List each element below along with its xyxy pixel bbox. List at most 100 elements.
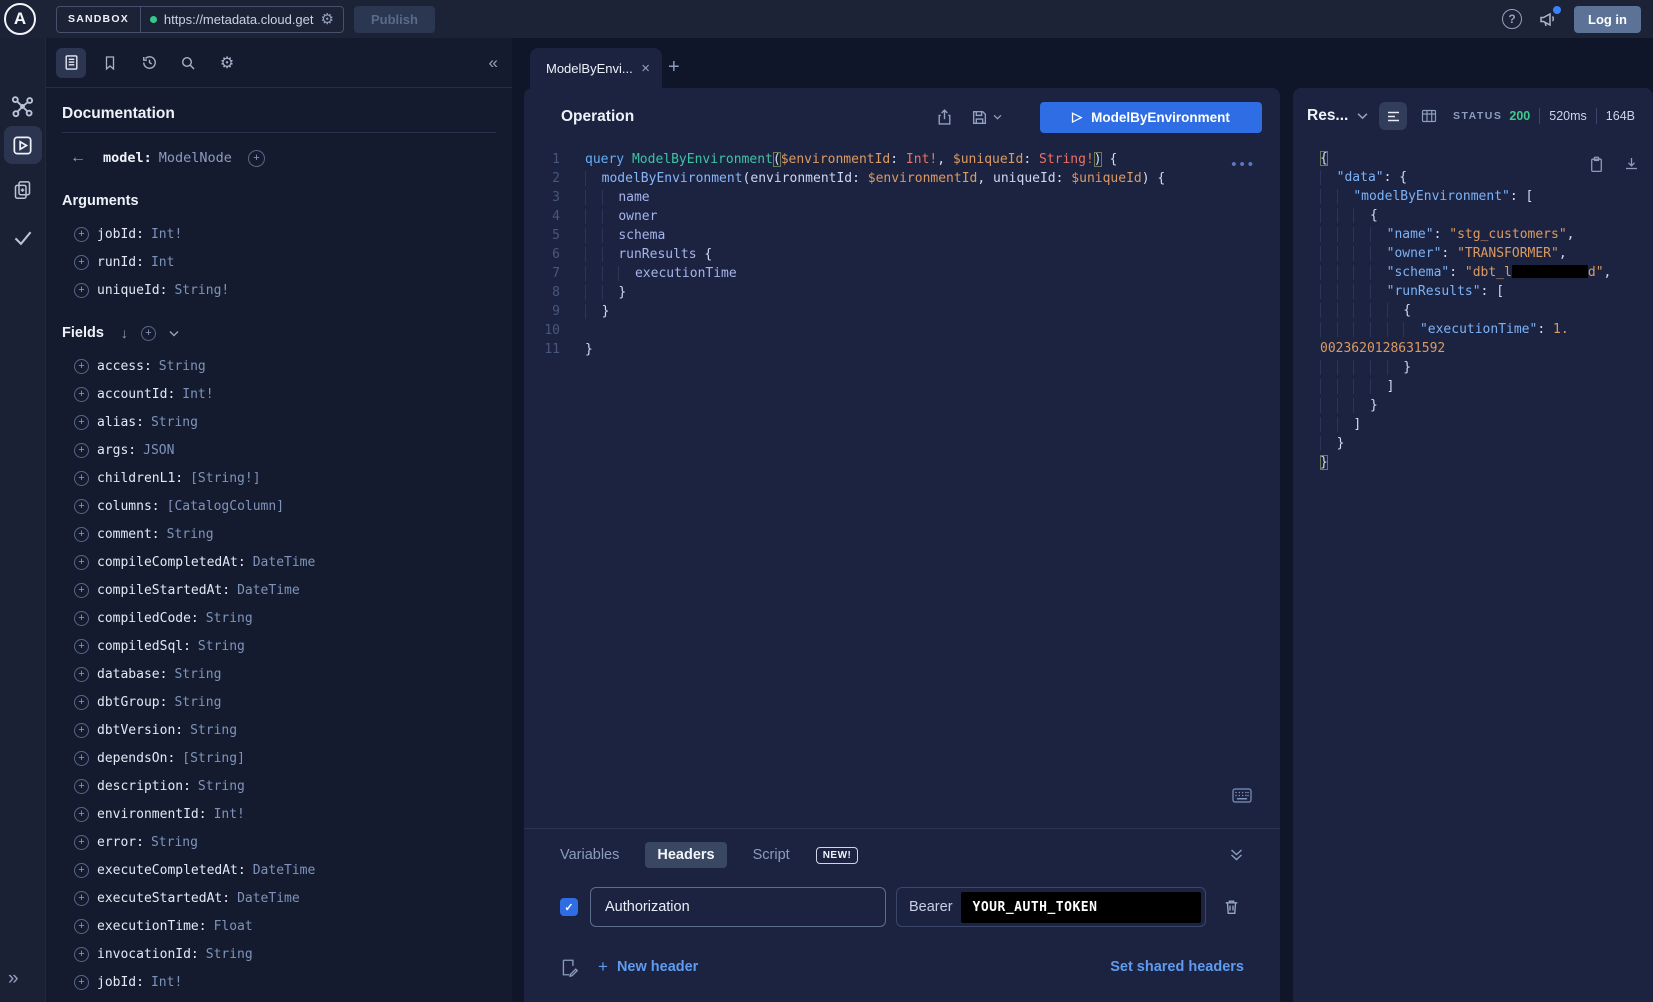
collapse-panel-double-chevron-icon[interactable] (1229, 848, 1244, 862)
field-type[interactable]: String (198, 639, 245, 654)
add-field-to-query-icon[interactable]: + (74, 415, 89, 430)
field-row[interactable]: +error:String (46, 828, 512, 856)
field-type[interactable]: Float (214, 919, 253, 934)
add-field-to-query-icon[interactable]: + (74, 863, 89, 878)
field-name[interactable]: alias: (97, 415, 144, 430)
expand-rail-chevrons[interactable]: » (8, 968, 19, 990)
endpoint-url-box[interactable]: https://metadata.cloud.get ⚙ (141, 12, 343, 27)
field-row[interactable]: + dbtVersion: String (46, 716, 512, 744)
add-field-to-query-icon[interactable]: + (74, 779, 89, 794)
documentation-tab-button[interactable] (56, 48, 86, 78)
field-name[interactable]: executeStartedAt: (97, 891, 230, 906)
add-field-to-query-icon[interactable]: + (74, 387, 89, 402)
field-name[interactable]: error: (97, 835, 144, 850)
argument-row[interactable]: +runId:Int (46, 248, 512, 276)
endpoint-url[interactable]: https://metadata.cloud.get (164, 12, 314, 27)
add-field-to-query-icon[interactable]: + (248, 150, 265, 167)
field-name[interactable]: dbtGroup: (97, 695, 167, 710)
field-type[interactable]: DateTime (237, 891, 300, 906)
field-row[interactable]: +dependsOn:[String] (46, 744, 512, 772)
add-argument-to-query-icon[interactable]: + (74, 227, 89, 242)
field-type[interactable]: String (198, 779, 245, 794)
field-name[interactable]: jobId: (97, 975, 144, 990)
field-row[interactable]: +invocationId:String (46, 940, 512, 968)
editor-more-options-icon[interactable]: ••• (1231, 156, 1256, 173)
add-field-to-query-icon[interactable]: + (74, 555, 89, 570)
auth-token-value[interactable]: YOUR_AUTH_TOKEN (961, 892, 1201, 923)
field-type[interactable]: String (159, 359, 206, 374)
add-field-to-query-icon[interactable]: + (74, 499, 89, 514)
add-field-to-query-icon[interactable]: + (74, 695, 89, 710)
add-field-to-query-icon[interactable]: + (74, 471, 89, 486)
field-row[interactable]: + childrenL1: [String!] (46, 464, 512, 492)
add-field-to-query-icon[interactable]: + (74, 919, 89, 934)
set-shared-headers-link[interactable]: Set shared headers (1110, 959, 1244, 975)
collapse-docs-panel-icon[interactable]: « (489, 53, 498, 73)
add-all-fields-icon[interactable]: + (141, 326, 156, 341)
field-row[interactable]: +compiledCode:String (46, 604, 512, 632)
sort-fields-icon[interactable]: ↓ (121, 325, 128, 341)
operation-editor[interactable]: 1query ModelByEnvironment($environmentId… (524, 146, 1280, 359)
field-type[interactable]: String (190, 723, 237, 738)
sidebar-item-checks[interactable] (0, 226, 45, 248)
field-name[interactable]: compileStartedAt: (97, 583, 230, 598)
raw-view-toggle[interactable] (1379, 102, 1407, 130)
field-name[interactable]: columns: (97, 499, 160, 514)
field-row[interactable]: + access: String (46, 352, 512, 380)
field-type[interactable]: DateTime (253, 863, 316, 878)
add-field-to-query-icon[interactable]: + (74, 443, 89, 458)
table-view-toggle[interactable] (1415, 102, 1443, 130)
add-argument-to-query-icon[interactable]: + (74, 283, 89, 298)
chevron-down-icon[interactable] (169, 330, 179, 337)
field-type[interactable]: [String!] (190, 471, 260, 486)
field-name[interactable]: compileCompletedAt: (97, 555, 246, 570)
close-tab-icon[interactable]: × (641, 60, 650, 77)
argument-type[interactable]: String! (174, 283, 229, 298)
field-row[interactable]: + compileCompletedAt: DateTime (46, 548, 512, 576)
add-field-to-query-icon[interactable]: + (74, 723, 89, 738)
add-field-to-query-icon[interactable]: + (74, 807, 89, 822)
field-type[interactable]: Int! (214, 807, 245, 822)
field-row[interactable]: + executeCompletedAt: DateTime (46, 856, 512, 884)
field-row[interactable]: +compileStartedAt:DateTime (46, 576, 512, 604)
share-icon[interactable] (936, 108, 953, 126)
field-name[interactable]: compiledCode: (97, 611, 199, 626)
field-type[interactable]: String (174, 695, 221, 710)
argument-name[interactable]: jobId: (97, 227, 144, 242)
argument-type[interactable]: Int! (151, 227, 182, 242)
search-button[interactable] (173, 48, 203, 78)
field-name[interactable]: database: (97, 667, 167, 682)
tab-variables[interactable]: Variables (560, 847, 619, 863)
explorer-settings-button[interactable]: ⚙ (212, 48, 242, 78)
argument-name[interactable]: runId: (97, 255, 144, 270)
login-button[interactable]: Log in (1574, 6, 1641, 33)
field-name[interactable]: dependsOn: (97, 751, 175, 766)
field-type[interactable]: String (151, 835, 198, 850)
field-row[interactable]: +columns:[CatalogColumn] (46, 492, 512, 520)
field-name[interactable]: description: (97, 779, 191, 794)
field-row[interactable]: +jobId:Int! (46, 968, 512, 996)
argument-name[interactable]: uniqueId: (97, 283, 167, 298)
new-tab-button[interactable]: + (668, 56, 680, 79)
preview-headers-icon[interactable] (560, 958, 578, 977)
add-field-to-query-icon[interactable]: + (74, 359, 89, 374)
field-row[interactable]: +executeStartedAt:DateTime (46, 884, 512, 912)
keyboard-shortcuts-icon[interactable] (1232, 788, 1252, 803)
field-type[interactable]: DateTime (253, 555, 316, 570)
new-header-button[interactable]: + New header (598, 957, 698, 977)
field-type[interactable]: String (206, 611, 253, 626)
field-name[interactable]: access: (97, 359, 152, 374)
field-name[interactable]: args: (97, 443, 136, 458)
field-type[interactable]: [String] (182, 751, 245, 766)
field-type[interactable]: String (151, 415, 198, 430)
field-name[interactable]: dbtVersion: (97, 723, 183, 738)
add-field-to-query-icon[interactable]: + (74, 527, 89, 542)
field-name[interactable]: childrenL1: (97, 471, 183, 486)
help-icon[interactable]: ? (1502, 9, 1522, 29)
saved-operations-button[interactable] (95, 48, 125, 78)
field-row[interactable]: +comment:String (46, 520, 512, 548)
sidebar-item-operations[interactable] (0, 179, 45, 200)
field-row[interactable]: + alias: String (46, 408, 512, 436)
add-argument-to-query-icon[interactable]: + (74, 255, 89, 270)
field-name[interactable]: executeCompletedAt: (97, 863, 246, 878)
